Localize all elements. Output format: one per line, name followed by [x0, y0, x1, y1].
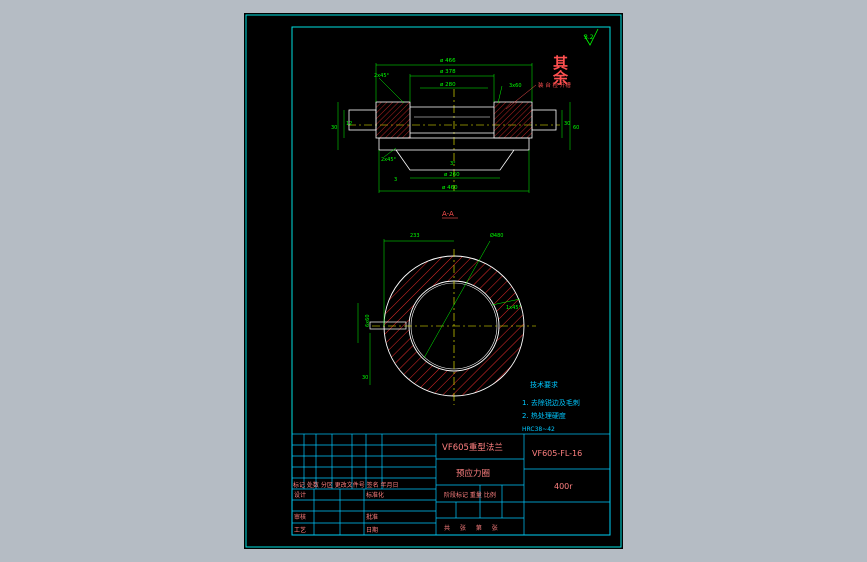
dim-d-top: ø 466	[440, 58, 456, 64]
part-name-2: 预应力圈	[456, 468, 490, 479]
dim-d-bottom-1: ø 260	[444, 172, 460, 178]
roughness-mark: 其余 3.2	[551, 28, 599, 86]
dim-chamfer-bottom: 2x45°	[381, 157, 397, 163]
dim-d-third: ø 280	[440, 82, 456, 88]
tech-title: 技术要求	[530, 380, 558, 389]
section-dim-diameter: Ø480	[490, 232, 503, 239]
section-dim-right: 1x45°	[506, 305, 522, 311]
tech-hardness: HRC38~42	[522, 426, 555, 433]
tech-item-1: 1. 去除锐边及毛刺	[522, 398, 580, 407]
section-view: A-A 233 Ø480 6x60 1x45° 30	[357, 210, 536, 405]
dim-d-bottom-2: ø 460	[442, 185, 458, 191]
section-dim-top: 233	[410, 233, 420, 239]
drawing-sheet: ø 466 ø 378 ø 280 2x45° 3x60 2x45° 3° ø …	[244, 13, 623, 549]
tech-requirements: 技术要求 1. 去除锐边及毛刺 2. 热处理硬度 HRC38~42	[522, 380, 580, 433]
dim-angle: 3°	[450, 161, 456, 167]
dim-right-h2: 60	[573, 125, 579, 131]
dim-groove: 3x60	[509, 83, 522, 89]
part-name-1: VF605重型法兰	[442, 442, 503, 453]
top-view: ø 466 ø 378 ø 280 2x45° 3x60 2x45° 3° ø …	[331, 58, 579, 193]
dim-d-second: ø 378	[440, 69, 456, 75]
row-standard: 标准化	[366, 491, 384, 499]
material: 400r	[554, 482, 573, 491]
roughness-word: 其余	[551, 54, 569, 86]
cad-drawing: ø 466 ø 378 ø 280 2x45° 3x60 2x45° 3° ø …	[245, 14, 622, 548]
roughness-value: 3.2	[584, 34, 594, 41]
section-dim-left: 6x60	[365, 314, 371, 327]
dim-left-h1: 12	[346, 121, 352, 127]
header-row: 标记 处数 分区 更改文件号 签名 年月日	[293, 481, 399, 489]
section-label: A-A	[442, 210, 454, 218]
dim-chamfer-top: 2x45°	[374, 73, 390, 79]
dim-right-h1: 30	[564, 121, 570, 127]
dim-left-h2: 30	[331, 125, 337, 131]
dim-lower-mark: 3	[394, 177, 397, 183]
section-dim-bottom-left: 30	[362, 375, 368, 381]
stage-labels: 阶段标记 重量 比例	[444, 491, 496, 499]
row-design: 设计	[294, 491, 306, 499]
row-approve-1: 批准	[366, 513, 378, 521]
row-craft: 工艺	[294, 526, 306, 534]
row-approve-2: 日期	[366, 526, 378, 534]
drawing-number: VF605-FL-16	[532, 449, 582, 458]
tech-item-2: 2. 热处理硬度	[522, 411, 566, 420]
row-check: 审核	[294, 513, 306, 521]
sheet-info: 共 张 第 张	[444, 524, 502, 532]
